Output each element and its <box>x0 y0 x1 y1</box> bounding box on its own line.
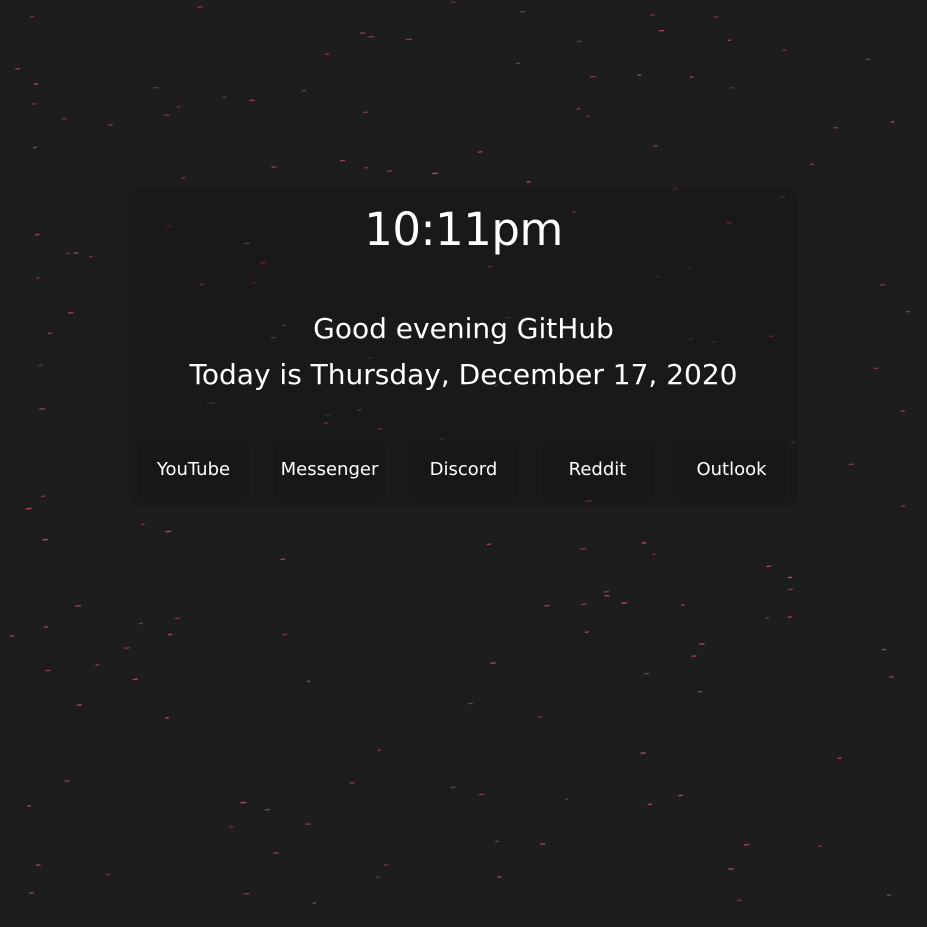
new-tab-page: 10:11pm Good evening GitHub Today is Thu… <box>0 0 927 927</box>
link-reddit[interactable]: Reddit <box>542 442 653 498</box>
link-youtube[interactable]: YouTube <box>138 442 249 498</box>
link-messenger[interactable]: Messenger <box>274 442 385 498</box>
date-line: Today is Thursday, December 17, 2020 <box>189 358 738 391</box>
greeting-message: Good evening GitHub <box>313 312 614 345</box>
quick-links: YouTube Messenger Discord Reddit Outlook <box>138 442 790 498</box>
clock-time: 10:11pm <box>364 203 563 256</box>
link-discord[interactable]: Discord <box>408 442 519 498</box>
link-outlook[interactable]: Outlook <box>676 442 787 498</box>
